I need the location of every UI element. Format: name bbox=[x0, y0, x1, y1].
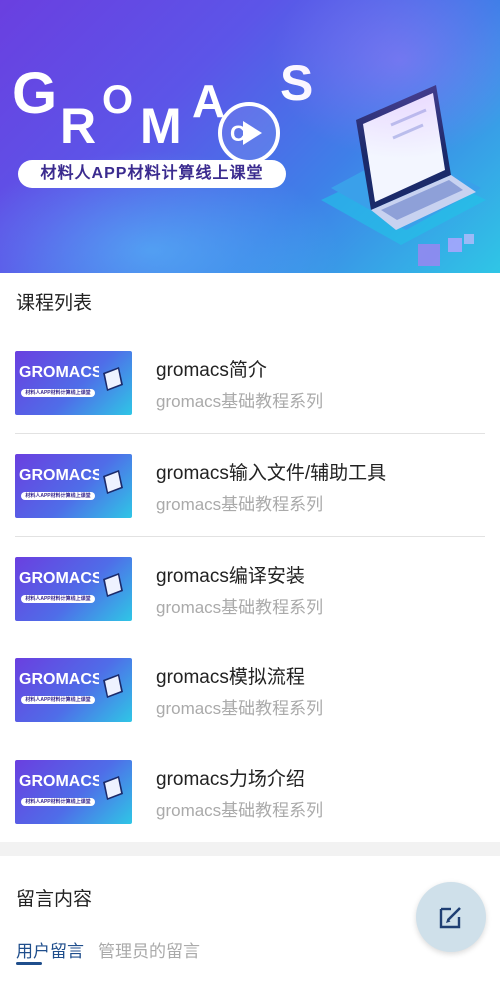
decorative-cubes-icon bbox=[418, 234, 474, 266]
course-thumbnail: GROMACS 材料人APP材料计算线上课堂 bbox=[15, 760, 132, 824]
course-subtitle: gromacs基础教程系列 bbox=[156, 699, 324, 718]
banner-tagline: 材料人APP材料计算线上课堂 bbox=[18, 160, 286, 188]
tab-user-comments[interactable]: 用户留言 bbox=[16, 937, 84, 962]
course-thumbnail: GROMACS 材料人APP材料计算线上课堂 bbox=[15, 658, 132, 722]
course-thumbnail: GROMACS 材料人APP材料计算线上课堂 bbox=[15, 351, 132, 415]
course-thumbnail: GROMACS 材料人APP材料计算线上课堂 bbox=[15, 454, 132, 518]
write-comment-button[interactable] bbox=[416, 882, 486, 952]
play-icon[interactable] bbox=[218, 102, 280, 164]
course-item-3[interactable]: GROMACS 材料人APP材料计算线上课堂 gromacs编译安装 groma… bbox=[0, 557, 500, 653]
svg-text:GROMACS: GROMACS bbox=[19, 570, 99, 587]
course-title: gromacs力场介绍 bbox=[156, 769, 305, 790]
edit-icon bbox=[439, 907, 461, 929]
course-title: gromacs模拟流程 bbox=[156, 667, 305, 688]
course-subtitle: gromacs基础教程系列 bbox=[156, 495, 324, 514]
svg-text:GROMACS: GROMACS bbox=[19, 364, 99, 381]
course-title: gromacs编译安装 bbox=[156, 566, 305, 587]
svg-text:O: O bbox=[102, 78, 133, 122]
course-subtitle: gromacs基础教程系列 bbox=[156, 392, 324, 411]
svg-text:GROMACS: GROMACS bbox=[19, 671, 99, 688]
svg-text:M: M bbox=[140, 98, 182, 154]
svg-text:G: G bbox=[12, 61, 57, 126]
section-separator bbox=[0, 842, 500, 856]
course-list-title: 课程列表 bbox=[16, 293, 93, 314]
course-subtitle: gromacs基础教程系列 bbox=[156, 598, 324, 617]
course-banner[interactable]: G R O M A C S 材料人APP材料计算线上课堂 bbox=[0, 0, 500, 273]
active-tab-indicator bbox=[16, 962, 42, 965]
course-title: gromacs简介 bbox=[156, 360, 267, 381]
divider bbox=[15, 536, 485, 537]
svg-text:GROMACS: GROMACS bbox=[19, 467, 99, 484]
svg-text:GROMACS: GROMACS bbox=[19, 773, 99, 790]
laptop-illustration-icon bbox=[321, 85, 486, 245]
svg-text:S: S bbox=[280, 55, 313, 111]
course-subtitle: gromacs基础教程系列 bbox=[156, 801, 324, 820]
divider bbox=[15, 433, 485, 434]
svg-text:R: R bbox=[60, 98, 96, 154]
gromacs-logo: G R O M A C S bbox=[12, 55, 313, 154]
course-title: gromacs输入文件/辅助工具 bbox=[156, 463, 387, 484]
comments-title: 留言内容 bbox=[16, 889, 93, 910]
tab-admin-comments[interactable]: 管理员的留言 bbox=[98, 937, 200, 962]
course-item-4[interactable]: GROMACS 材料人APP材料计算线上课堂 gromacs模拟流程 groma… bbox=[0, 658, 500, 754]
course-thumbnail: GROMACS 材料人APP材料计算线上课堂 bbox=[15, 557, 132, 621]
